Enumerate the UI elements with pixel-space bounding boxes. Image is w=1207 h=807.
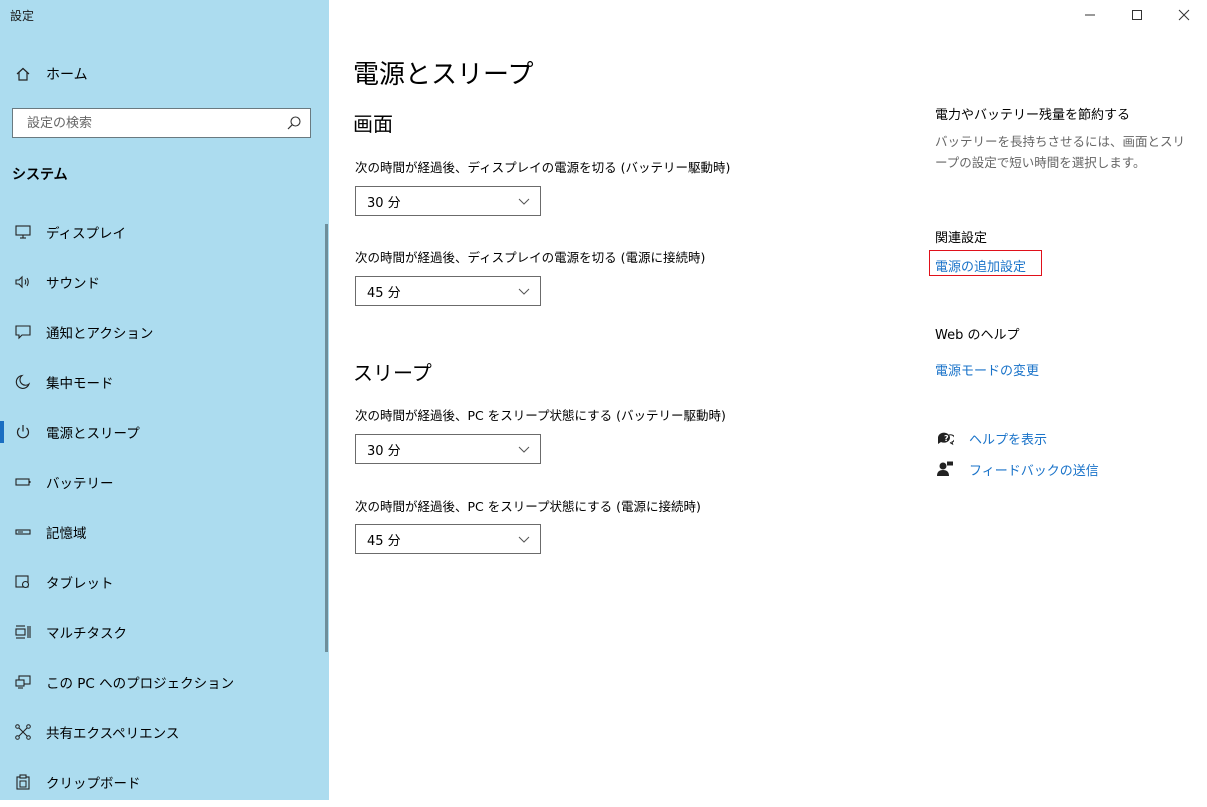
related-settings-title: 関連設定	[935, 231, 988, 246]
save-power-title: 電力やバッテリー残量を節約する	[935, 108, 1131, 123]
search-field[interactable]	[12, 108, 311, 138]
dropdown-value: 30 分	[367, 443, 401, 459]
sidebar-item-power-sleep[interactable]: 電源とスリープ	[0, 407, 329, 457]
svg-text:?: ?	[944, 434, 949, 443]
feedback-label: フィードバックの送信	[969, 463, 1099, 479]
tablet-icon	[12, 571, 34, 593]
moon-icon	[12, 371, 34, 393]
app-title: 設定	[10, 9, 35, 23]
screen-battery-dropdown[interactable]: 30 分	[355, 186, 541, 216]
shared-experience-icon	[12, 721, 34, 743]
sidebar-home[interactable]: ホーム	[14, 64, 88, 84]
sleep-heading: スリープ	[353, 361, 432, 385]
power-icon	[12, 421, 34, 443]
sidebar-item-battery[interactable]: バッテリー	[0, 457, 329, 507]
chevron-down-icon	[518, 285, 530, 297]
chevron-down-icon	[518, 533, 530, 545]
sidebar-item-shared-experiences[interactable]: 共有エクスペリエンス	[0, 707, 329, 757]
sidebar-item-notifications[interactable]: 通知とアクション	[0, 307, 329, 357]
clipboard-icon	[12, 771, 34, 793]
sidebar-item-focus[interactable]: 集中モード	[0, 357, 329, 407]
screen-battery-label: 次の時間が経過後、ディスプレイの電源を切る (バッテリー駆動時)	[355, 160, 731, 175]
minimize-icon	[1084, 6, 1096, 25]
sleep-battery-dropdown[interactable]: 30 分	[355, 434, 541, 464]
sidebar-scrollbar[interactable]	[325, 224, 328, 652]
sidebar-item-label: 電源とスリープ	[46, 426, 140, 442]
web-help-title: Web のヘルプ	[935, 328, 1020, 343]
screen-heading: 画面	[353, 112, 393, 136]
sidebar-item-label: バッテリー	[46, 476, 114, 492]
sidebar-item-label: サウンド	[46, 276, 100, 292]
sidebar-item-sound[interactable]: サウンド	[0, 257, 329, 307]
notification-icon	[12, 321, 34, 343]
sleep-battery-label: 次の時間が経過後、PC をスリープ状態にする (バッテリー駆動時)	[355, 408, 726, 423]
page-title: 電源とスリープ	[353, 60, 534, 90]
dropdown-value: 45 分	[367, 533, 401, 549]
feedback-link[interactable]: フィードバックの送信	[935, 459, 1099, 479]
sidebar-item-label: ディスプレイ	[46, 226, 127, 242]
projection-icon	[12, 671, 34, 693]
sleep-plugged-dropdown[interactable]: 45 分	[355, 524, 541, 554]
display-icon	[12, 221, 34, 243]
screen-plugged-dropdown[interactable]: 45 分	[355, 276, 541, 306]
chevron-down-icon	[518, 443, 530, 455]
sidebar-item-label: 集中モード	[46, 376, 114, 392]
multitask-icon	[12, 621, 34, 643]
sidebar-item-label: タブレット	[46, 576, 114, 592]
sidebar-item-display[interactable]: ディスプレイ	[0, 207, 329, 257]
close-icon	[1178, 6, 1190, 25]
maximize-icon	[1131, 6, 1143, 25]
sidebar-item-multitask[interactable]: マルチタスク	[0, 607, 329, 657]
sidebar-item-tablet[interactable]: タブレット	[0, 557, 329, 607]
home-icon	[14, 65, 32, 83]
battery-icon	[12, 471, 34, 493]
sidebar-section-title: システム	[12, 167, 68, 183]
home-label: ホーム	[46, 67, 88, 83]
get-help-link[interactable]: ? ヘルプを表示	[935, 428, 1047, 448]
change-power-mode-link[interactable]: 電源モードの変更	[935, 360, 1039, 379]
sidebar-item-label: クリップボード	[46, 776, 141, 792]
dropdown-value: 45 分	[367, 285, 401, 301]
sidebar-item-storage[interactable]: 記憶域	[0, 507, 329, 557]
search-input[interactable]	[13, 109, 292, 137]
minimize-button[interactable]	[1067, 0, 1113, 30]
dropdown-value: 30 分	[367, 195, 401, 211]
screen-plugged-label: 次の時間が経過後、ディスプレイの電源を切る (電源に接続時)	[355, 250, 706, 265]
additional-power-settings-link[interactable]: 電源の追加設定	[935, 256, 1026, 275]
help-chat-icon: ?	[935, 428, 955, 448]
save-power-description: バッテリーを長持ちさせるには、画面とスリープの設定で短い時間を選択します。	[935, 134, 1186, 170]
sleep-plugged-label: 次の時間が経過後、PC をスリープ状態にする (電源に接続時)	[355, 499, 701, 514]
sidebar-item-projection[interactable]: この PC へのプロジェクション	[0, 657, 329, 707]
feedback-icon	[935, 459, 955, 479]
sidebar: 設定 ホーム システム ディスプレイ サウンド 通知とアクション 集中モード	[0, 0, 329, 800]
search-icon[interactable]	[286, 115, 302, 131]
chevron-down-icon	[518, 195, 530, 207]
speaker-icon	[12, 271, 34, 293]
maximize-button[interactable]	[1114, 0, 1160, 30]
sidebar-item-label: 通知とアクション	[46, 326, 154, 342]
sidebar-item-label: この PC へのプロジェクション	[46, 676, 235, 692]
storage-icon	[12, 521, 34, 543]
sidebar-item-label: 記憶域	[46, 526, 87, 542]
sidebar-nav: ディスプレイ サウンド 通知とアクション 集中モード 電源とスリープ バッテリー…	[0, 207, 329, 807]
sidebar-item-label: マルチタスク	[46, 626, 127, 642]
sidebar-item-label: 共有エクスペリエンス	[46, 726, 180, 742]
close-button[interactable]	[1161, 0, 1207, 30]
get-help-label: ヘルプを表示	[969, 432, 1048, 448]
